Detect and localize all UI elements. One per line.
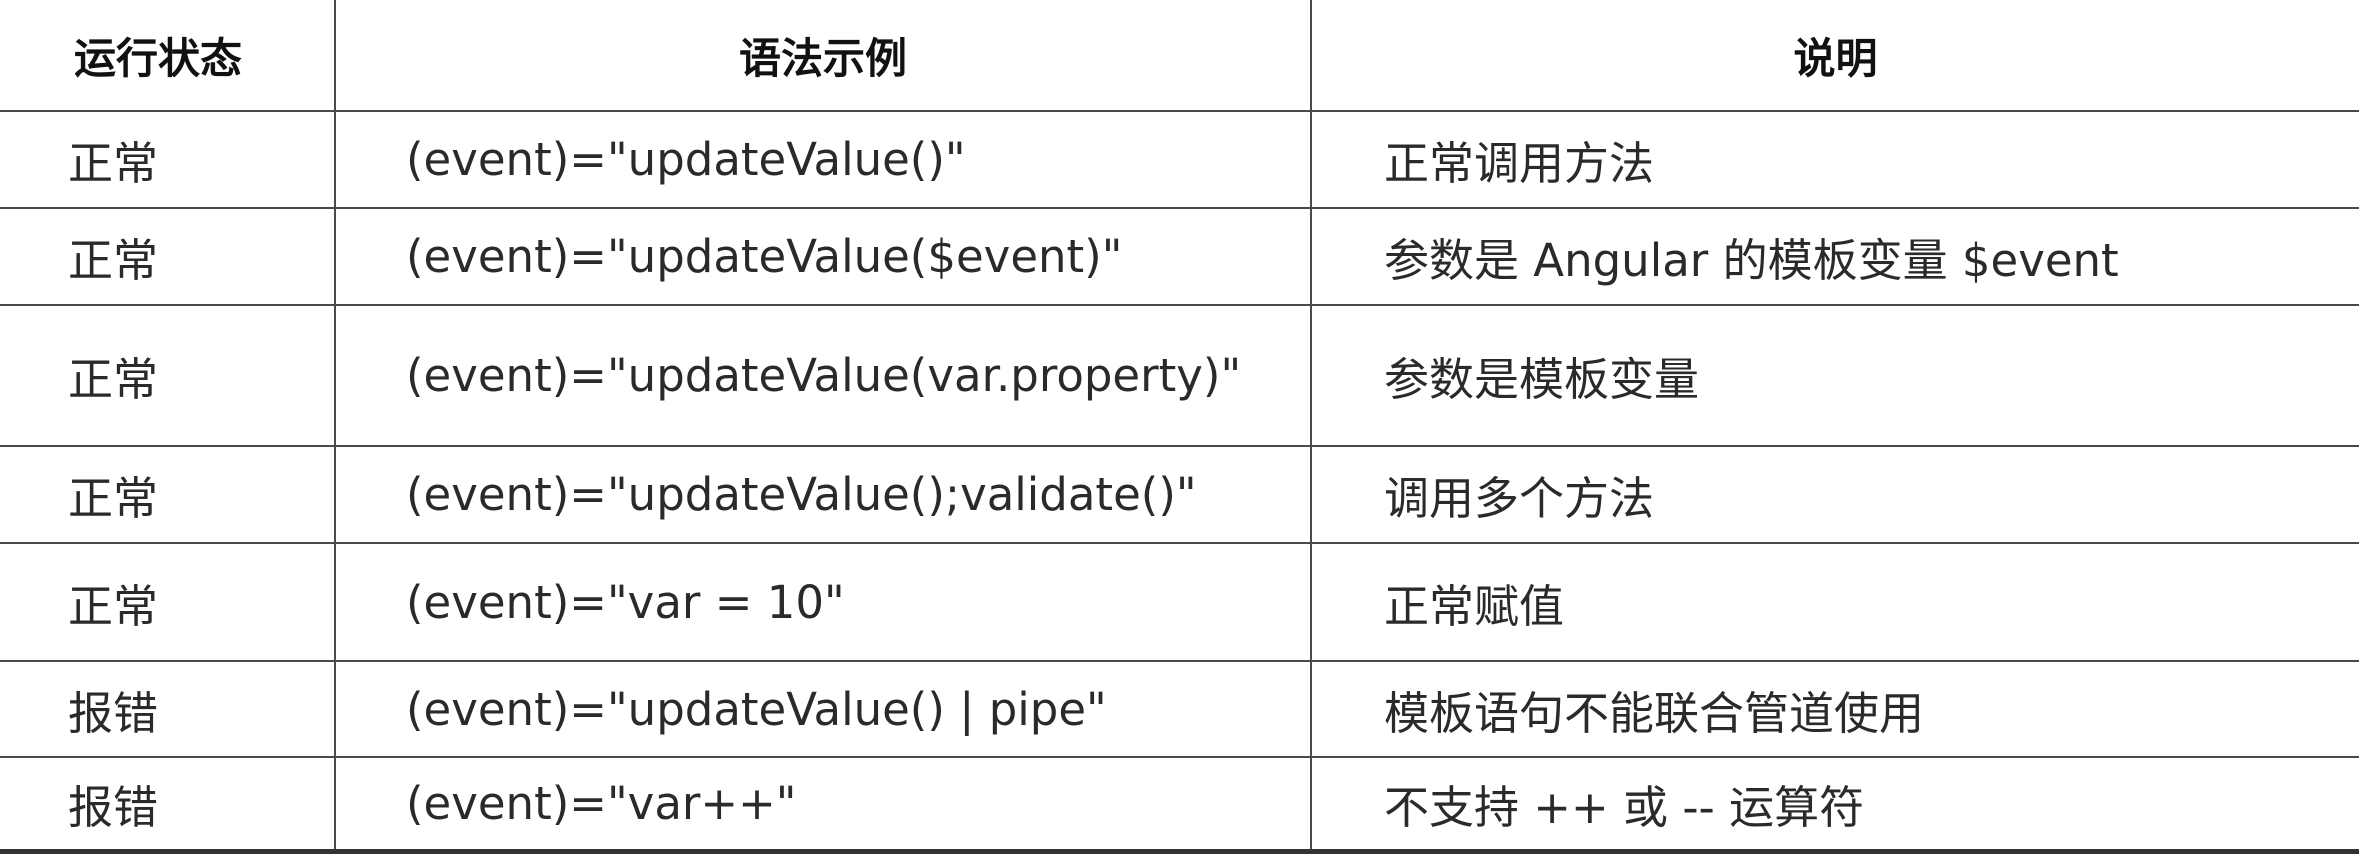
syntax-cell: (event)="updateValue(var.property)" [335, 305, 1312, 447]
table-row: 正常 (event)="updateValue($event)" 参数是 Ang… [0, 208, 2359, 306]
table-row: 报错 (event)="var++" 不支持 ++ 或 -- 运算符 [0, 757, 2359, 854]
syntax-cell: (event)="updateValue();validate()" [335, 446, 1312, 544]
description-cell: 正常调用方法 [1311, 111, 2359, 209]
header-row: 运行状态 语法示例 说明 [0, 0, 2359, 112]
description-cell: 调用多个方法 [1311, 446, 2359, 544]
description-cell: 正常赋值 [1311, 543, 2359, 662]
table-header: 运行状态 语法示例 说明 [0, 0, 2359, 112]
status-cell: 正常 [0, 305, 336, 447]
description-cell: 参数是模板变量 [1311, 305, 2359, 447]
description-cell: 参数是 Angular 的模板变量 $event [1311, 208, 2359, 306]
syntax-cell: (event)="updateValue() | pipe" [335, 661, 1312, 758]
description-cell: 不支持 ++ 或 -- 运算符 [1311, 757, 2359, 854]
table-row: 正常 (event)="updateValue()" 正常调用方法 [0, 111, 2359, 209]
syntax-cell: (event)="updateValue($event)" [335, 208, 1312, 306]
table-body: 正常 (event)="updateValue()" 正常调用方法 正常 (ev… [0, 111, 2359, 854]
table-row: 正常 (event)="updateValue();validate()" 调用… [0, 446, 2359, 544]
syntax-cell: (event)="var = 10" [335, 543, 1312, 662]
syntax-cell: (event)="updateValue()" [335, 111, 1312, 209]
status-cell: 报错 [0, 757, 336, 854]
table-row: 报错 (event)="updateValue() | pipe" 模板语句不能… [0, 661, 2359, 758]
table-row: 正常 (event)="updateValue(var.property)" 参… [0, 305, 2359, 447]
event-binding-syntax-table-container: 运行状态 语法示例 说明 正常 (event)="updateValue()" … [0, 0, 2359, 858]
status-cell: 正常 [0, 111, 336, 209]
status-cell: 报错 [0, 661, 336, 758]
status-cell: 正常 [0, 208, 336, 306]
status-cell: 正常 [0, 543, 336, 662]
table-row: 正常 (event)="var = 10" 正常赋值 [0, 543, 2359, 662]
description-cell: 模板语句不能联合管道使用 [1311, 661, 2359, 758]
status-cell: 正常 [0, 446, 336, 544]
column-header-description: 说明 [1311, 0, 2359, 112]
column-header-syntax: 语法示例 [335, 0, 1312, 112]
event-binding-syntax-table: 运行状态 语法示例 说明 正常 (event)="updateValue()" … [0, 0, 2359, 854]
column-header-status: 运行状态 [0, 0, 336, 112]
syntax-cell: (event)="var++" [335, 757, 1312, 854]
